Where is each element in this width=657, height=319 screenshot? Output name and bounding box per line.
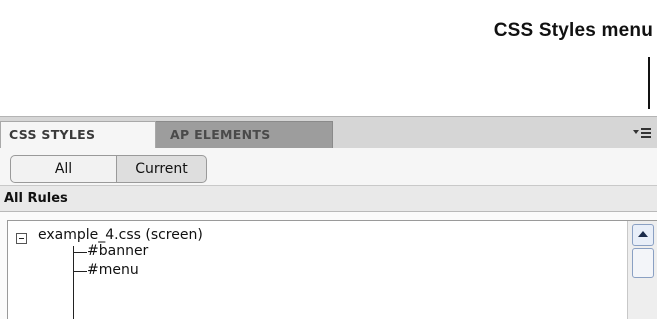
tree-item-stylesheet[interactable]: example_4.css (screen) — [38, 227, 203, 243]
collapse-toggle-icon[interactable] — [16, 233, 27, 244]
scrollbar-thumb[interactable] — [632, 248, 654, 278]
scroll-up-arrow-icon[interactable] — [632, 224, 654, 246]
callout-label: CSS Styles menu — [493, 20, 653, 41]
tree-connector-line — [73, 246, 74, 319]
tree-item-rule[interactable]: #banner — [87, 243, 148, 259]
rules-tree: example_4.css (screen) #banner #menu — [7, 220, 657, 319]
tree-item-rule[interactable]: #menu — [87, 262, 139, 278]
callout-annotation: CSS Styles menu — [0, 0, 657, 112]
vertical-scrollbar[interactable] — [627, 221, 657, 319]
rules-tree-container: example_4.css (screen) #banner #menu — [0, 116, 657, 319]
callout-pointer-line — [648, 57, 650, 109]
tree-connector-branch — [73, 252, 87, 253]
tree-connector-branch — [73, 271, 87, 272]
